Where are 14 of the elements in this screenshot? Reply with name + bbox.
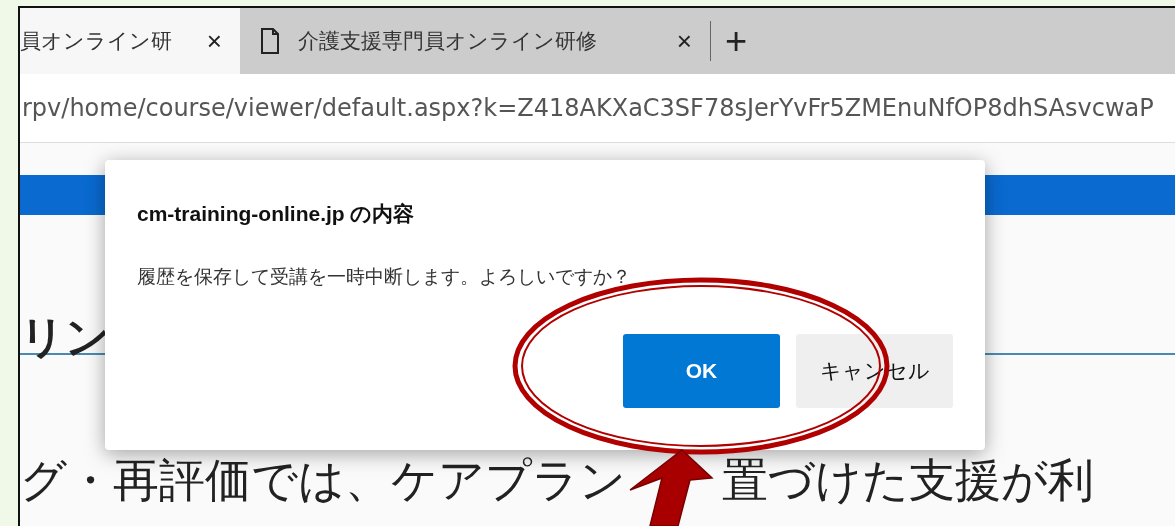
page-icon (260, 27, 280, 55)
close-tab-button[interactable]: × (676, 25, 692, 57)
new-tab-button[interactable]: + (711, 19, 748, 63)
close-tab-button[interactable]: × (206, 25, 222, 57)
body-text: 置づけた支援が利 (722, 455, 1094, 506)
body-text: グ・再評価では、ケアプラン (20, 455, 626, 506)
page-heading: リン (20, 310, 110, 364)
tab-title: 員オンライン研 (20, 28, 173, 55)
browser-tab[interactable]: 員オンライン研 × (20, 8, 240, 74)
dialog-title: cm-training-online.jp の内容 (137, 201, 416, 227)
dialog-message: 履歴を保存して受講を一時中断します。よろしいですか？ (137, 265, 632, 289)
ok-button[interactable]: OK (623, 334, 780, 408)
address-bar[interactable]: rpv/home/course/viewer/default.aspx?k=Z418AKXaC3SF78sJerYvFr5ZMEnuNfOP8dhSAsvcwaP (20, 94, 1154, 122)
tab-title: 介護支援専門員オンライン研修 (298, 28, 598, 55)
